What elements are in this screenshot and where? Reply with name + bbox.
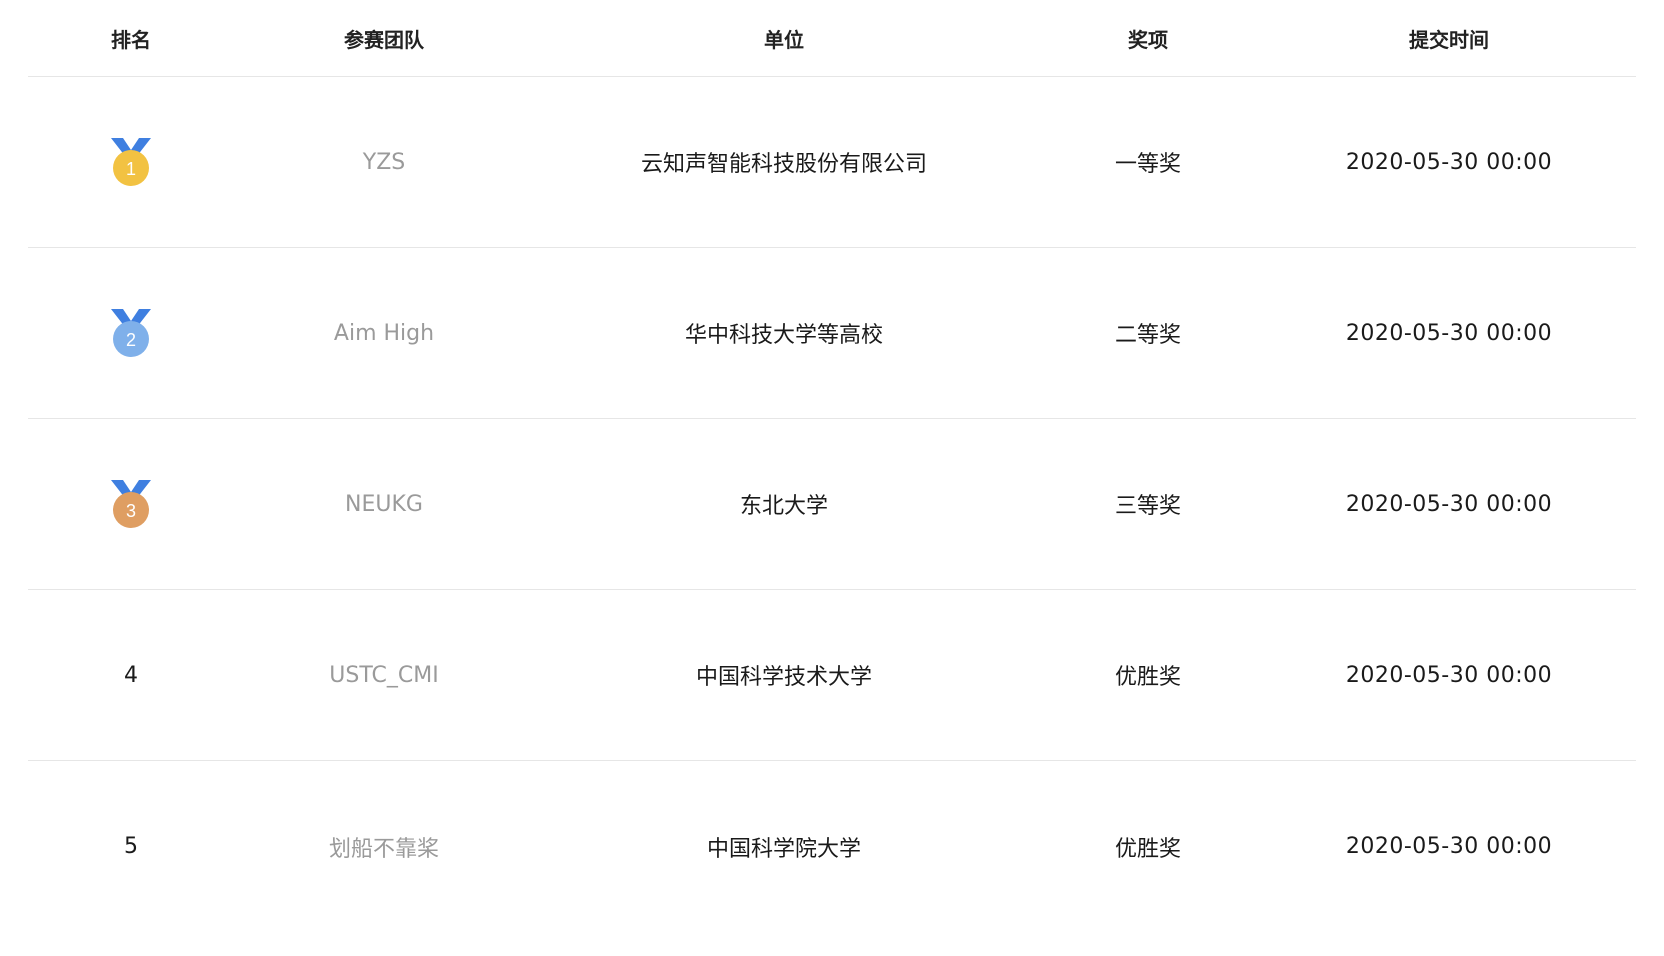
submit-time: 2020-05-30 00:00 [1345,662,1553,688]
header-rank: 排名 [111,27,151,52]
svg-text:3: 3 [126,501,136,521]
award-name: 一等奖 [1114,152,1181,177]
table-row: 1 YZS 云知声智能科技股份有限公司 一等奖 2020-05-30 00:00 [28,77,1636,248]
team-name: USTC_CMI [329,662,439,688]
table-row: 2 Aim High 华中科技大学等高校 二等奖 2020-05-30 00:0… [28,248,1636,419]
org-name: 中国科学院大学 [706,836,861,862]
header-award: 奖项 [1128,27,1168,52]
bronze-medal-icon: 3 [107,478,155,530]
team-name: NEUKG [345,491,423,517]
table-row: 4 USTC_CMI 中国科学技术大学 优胜奖 2020-05-30 00:00 [28,590,1636,761]
table-row: 3 NEUKG 东北大学 三等奖 2020-05-30 00:00 [28,419,1636,590]
table-row: 5 划船不靠桨 中国科学院大学 优胜奖 2020-05-30 00:00 [28,761,1636,932]
rank-cell: 1 [28,136,234,188]
org-name: 华中科技大学等高校 [684,323,883,348]
leaderboard-table: 排名 参赛团队 单位 奖项 提交时间 1 YZS 云知声智能科技股份有限公司 一… [28,0,1636,932]
submit-time: 2020-05-30 00:00 [1345,491,1553,517]
org-name: 中国科学技术大学 [695,665,872,690]
team-name: Aim High [333,320,435,346]
team-name: 划船不靠桨 [328,836,439,862]
rank-number: 5 [124,834,138,859]
header-org: 单位 [764,27,804,52]
award-name: 二等奖 [1114,323,1181,348]
org-name: 东北大学 [739,494,828,519]
silver-medal-icon: 2 [107,307,155,359]
org-name: 云知声智能科技股份有限公司 [640,152,927,177]
rank-cell: 3 [28,478,234,530]
gold-medal-icon: 1 [107,136,155,188]
submit-time: 2020-05-30 00:00 [1345,834,1553,859]
rank-cell: 2 [28,307,234,359]
svg-text:1: 1 [126,159,136,179]
award-name: 优胜奖 [1114,665,1181,690]
svg-text:2: 2 [126,330,136,350]
submit-time: 2020-05-30 00:00 [1345,149,1553,175]
submit-time: 2020-05-30 00:00 [1345,320,1553,346]
team-name: YZS [362,149,406,175]
table-header: 排名 参赛团队 单位 奖项 提交时间 [28,0,1636,77]
header-time: 提交时间 [1409,27,1489,52]
header-team: 参赛团队 [344,27,424,52]
award-name: 三等奖 [1114,494,1181,519]
award-name: 优胜奖 [1114,836,1181,862]
rank-number: 4 [124,662,138,688]
